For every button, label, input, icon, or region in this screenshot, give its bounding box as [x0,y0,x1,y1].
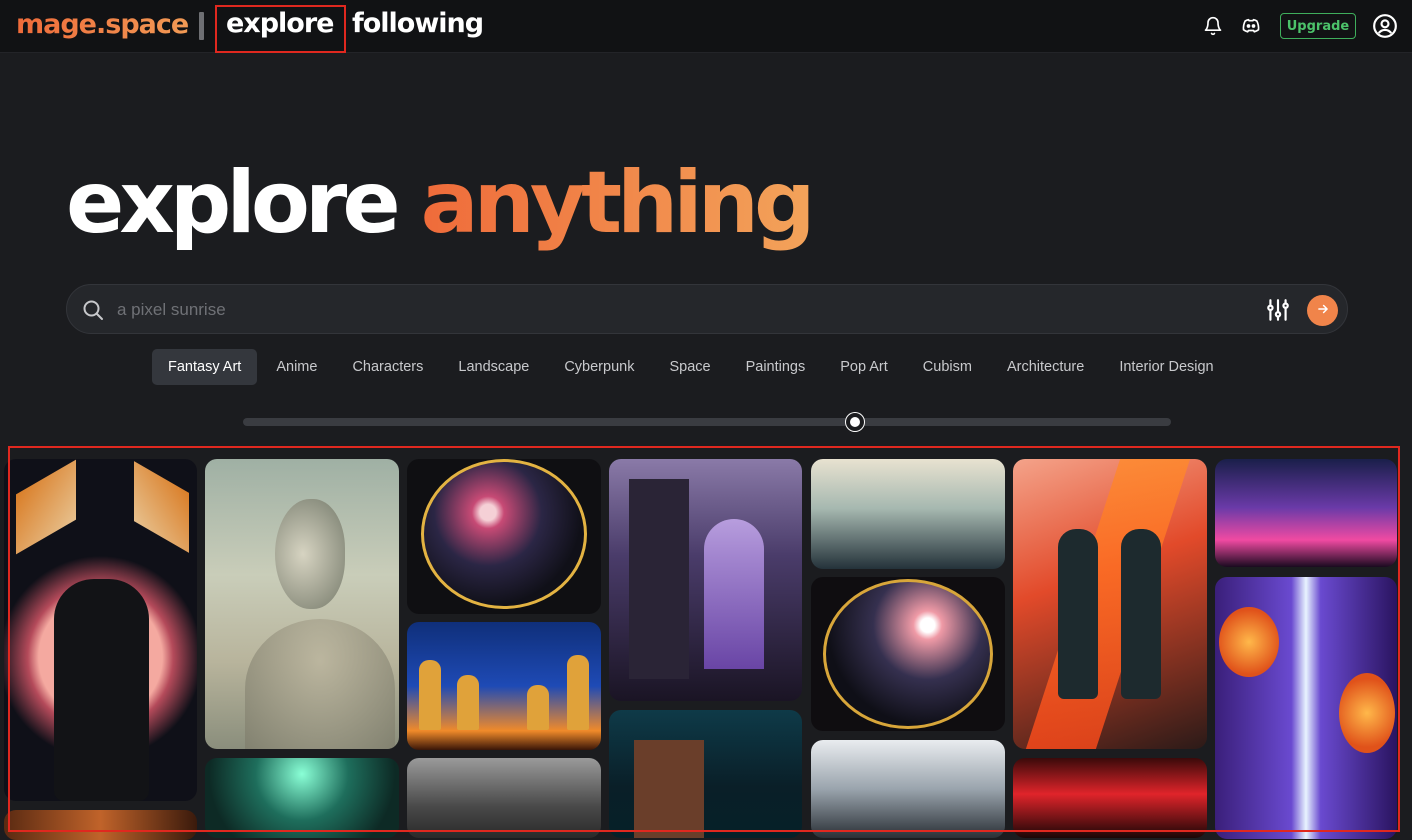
nav-following-link[interactable]: following [352,8,484,39]
category-tab-cyberpunk[interactable]: Cyberpunk [548,349,650,385]
gallery-image[interactable] [1215,577,1397,839]
gallery-image[interactable] [811,577,1005,731]
user-circle-icon[interactable] [1370,11,1400,41]
upgrade-button[interactable]: Upgrade [1280,13,1356,39]
gallery-image[interactable] [407,622,601,750]
gallery-image[interactable] [811,459,1005,569]
explore-highlight-box [215,5,346,53]
nav-separator [199,12,204,40]
gallery-image[interactable] [1215,459,1397,567]
category-tab-space[interactable]: Space [653,349,726,385]
category-tab-pop-art[interactable]: Pop Art [824,349,904,385]
discord-icon[interactable] [1238,13,1264,39]
category-tabs: Fantasy Art Anime Characters Landscape C… [152,349,1233,385]
search-bar [66,284,1348,334]
category-tab-cubism[interactable]: Cubism [907,349,988,385]
gallery-image[interactable] [609,710,802,838]
hero-word-explore: explore [66,153,401,253]
top-navbar: mage.space explore following Upgrade [0,0,1412,53]
gallery-image[interactable] [205,459,399,749]
logo[interactable]: mage.space [16,9,189,40]
category-tab-characters[interactable]: Characters [336,349,439,385]
gallery-image[interactable] [205,758,399,838]
bell-icon[interactable] [1200,13,1226,39]
gallery-image[interactable] [407,758,601,838]
gallery-image[interactable] [609,459,802,701]
sliders-icon[interactable] [1265,297,1291,323]
gallery-image[interactable] [407,459,601,614]
column-slider[interactable] [243,413,1171,431]
category-tab-landscape[interactable]: Landscape [442,349,545,385]
category-tab-interior-design[interactable]: Interior Design [1103,349,1229,385]
search-input[interactable] [117,295,1217,325]
category-tab-fantasy-art[interactable]: Fantasy Art [152,349,258,385]
gallery-image[interactable] [1013,758,1207,838]
hero-heading: explore anything [66,148,816,258]
category-tab-paintings[interactable]: Paintings [730,349,822,385]
arrow-right-icon [1316,301,1330,320]
category-tab-architecture[interactable]: Architecture [991,349,1100,385]
search-icon [81,298,105,322]
gallery-image[interactable] [1013,459,1207,749]
search-submit-button[interactable] [1307,295,1338,326]
category-tab-anime[interactable]: Anime [260,349,333,385]
slider-thumb[interactable] [846,413,865,431]
gallery-image[interactable] [811,740,1005,838]
gallery-image[interactable] [4,459,197,801]
hero-word-anything: anything [420,153,816,253]
